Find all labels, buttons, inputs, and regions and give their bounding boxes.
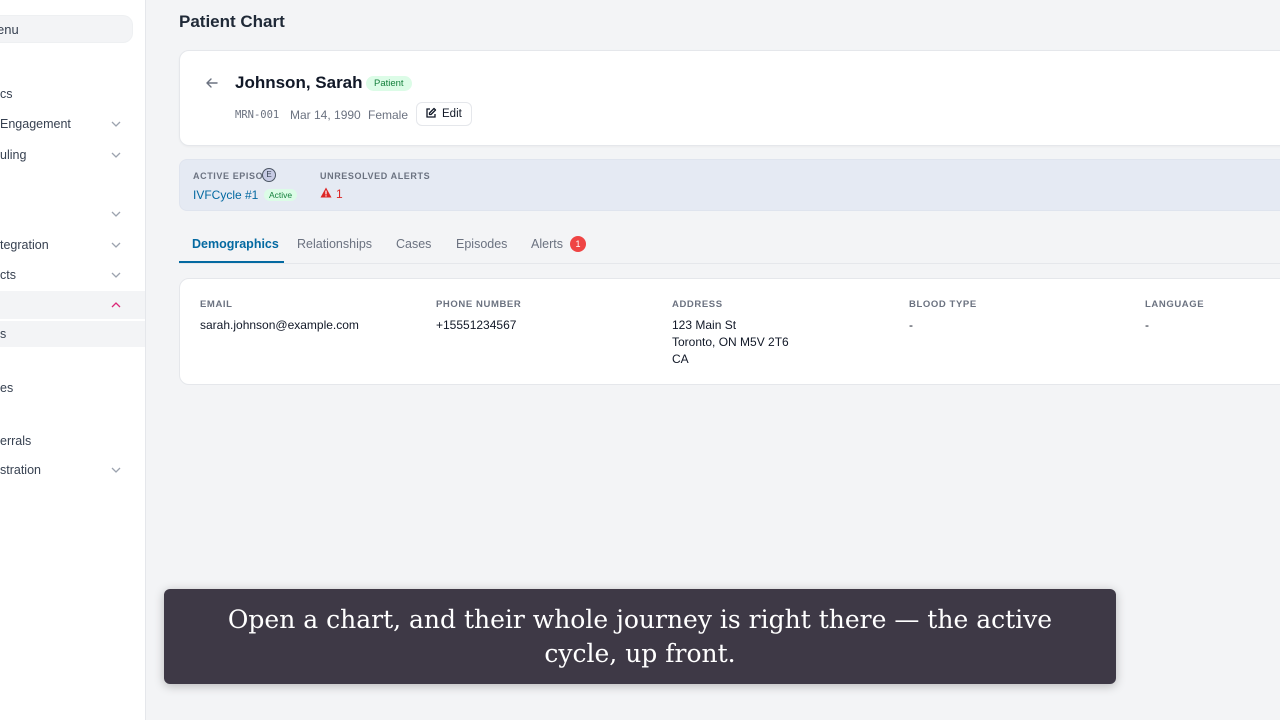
sidebar-item-expanded-group[interactable]: [0, 291, 145, 319]
tab-label: Alerts: [531, 237, 563, 251]
tab-relationships[interactable]: Relationships: [297, 227, 372, 263]
sidebar-item-integration[interactable]: tegration: [0, 231, 145, 259]
tab-label: Episodes: [456, 237, 508, 251]
sidebar-item-label: cs: [0, 87, 13, 101]
patient-name: Johnson, Sarah: [235, 73, 363, 92]
chevron-down-icon: [109, 141, 123, 169]
caption-text: Open a chart, and their whole journey is…: [227, 604, 1053, 668]
mrn-number: MRN-001: [235, 109, 280, 121]
sidebar-item-analytics[interactable]: cs: [0, 80, 145, 108]
patient-header-card: Johnson, Sarah Patient MRN-001 Mar 14, 1…: [179, 50, 1280, 146]
field-value: -: [909, 318, 913, 332]
sidebar-item-engagement[interactable]: Engagement: [0, 110, 145, 138]
alerts-count-value: 1: [336, 187, 343, 201]
tab-label: Demographics: [192, 237, 279, 251]
active-episode-link[interactable]: IVFCycle #1: [193, 188, 258, 202]
pencil-square-icon: [425, 107, 437, 122]
field-value: sarah.johnson@example.com: [200, 318, 359, 332]
sidebar-item-referrals[interactable]: errals: [0, 427, 145, 455]
field-value: -: [1145, 318, 1149, 332]
episode-status-badge: Active: [264, 189, 298, 201]
field-label: PHONE NUMBER: [436, 299, 522, 310]
field-label: LANGUAGE: [1145, 299, 1205, 310]
date-of-birth: Mar 14, 1990: [290, 108, 361, 122]
edit-button[interactable]: Edit: [416, 102, 472, 126]
sidebar-item-label: s: [0, 327, 7, 341]
chevron-up-icon: [109, 291, 123, 319]
blood-type-field: BLOOD TYPE -: [909, 299, 977, 334]
menu-label: enu: [0, 22, 19, 37]
sidebar-item-label: stration: [0, 463, 41, 477]
menu-search[interactable]: enu: [0, 15, 133, 43]
gender: Female: [368, 108, 409, 122]
sidebar-item-label: cts: [0, 268, 16, 282]
tab-cases[interactable]: Cases: [396, 227, 431, 263]
chevron-down-icon: [109, 110, 123, 138]
unresolved-alerts-count[interactable]: 1: [320, 187, 343, 201]
chevron-down-icon: [109, 456, 123, 484]
page-title: Patient Chart: [179, 12, 285, 31]
tab-alerts[interactable]: Alerts: [531, 227, 563, 263]
episode-summary-bar: ACTIVE EPISO E IVFCycle #1 Active UNRESO…: [179, 159, 1280, 211]
tab-episodes[interactable]: Episodes: [456, 227, 507, 263]
warning-triangle-icon: [320, 187, 332, 201]
chevron-down-icon: [109, 261, 123, 289]
unresolved-alerts-label: UNRESOLVED ALERTS: [320, 171, 431, 181]
sidebar-item-label: es: [0, 381, 14, 395]
language-field: LANGUAGE -: [1145, 299, 1204, 334]
sidebar-item-contacts[interactable]: cts: [0, 261, 145, 289]
demographics-card: EMAIL sarah.johnson@example.com PHONE NU…: [179, 278, 1280, 385]
sidebar-item-group[interactable]: [0, 200, 145, 228]
chevron-down-icon: [109, 231, 123, 259]
sidebar-item-scheduling[interactable]: uling: [0, 141, 145, 169]
sidebar-item-label: errals: [0, 434, 32, 448]
active-episode-label: ACTIVE EPISO: [193, 171, 264, 181]
field-value: 123 Main St Toronto, ON M5V 2T6 CA: [672, 318, 789, 366]
sidebar-item-label: Engagement: [0, 117, 71, 131]
edit-label: Edit: [442, 108, 462, 120]
sidebar-item-label: uling: [0, 148, 27, 162]
sidebar-subitem-patients[interactable]: s: [0, 321, 145, 347]
address-field: ADDRESS 123 Main St Toronto, ON M5V 2T6 …: [672, 299, 789, 368]
field-label: ADDRESS: [672, 299, 723, 310]
email-field: EMAIL sarah.johnson@example.com: [200, 299, 359, 334]
field-label: EMAIL: [200, 299, 233, 310]
field-value: +15551234567: [436, 318, 517, 332]
video-caption: Open a chart, and their whole journey is…: [164, 589, 1116, 684]
sidebar-item-label: tegration: [0, 238, 49, 252]
tab-demographics[interactable]: Demographics: [179, 227, 284, 263]
phone-field: PHONE NUMBER +15551234567: [436, 299, 521, 334]
alerts-tab-badge: 1: [570, 236, 586, 252]
sidebar: enu cs Engagement uling tegration cts s …: [0, 0, 146, 720]
tab-label: Cases: [396, 237, 432, 251]
chevron-down-icon: [109, 200, 123, 228]
sidebar-item-administration[interactable]: stration: [0, 456, 145, 484]
field-label: BLOOD TYPE: [909, 299, 977, 310]
arrow-left-icon[interactable]: [204, 75, 220, 91]
chart-tabs: Demographics Relationships Cases Episode…: [179, 227, 1280, 264]
sidebar-item-cases[interactable]: es: [0, 374, 145, 402]
tab-label: Relationships: [297, 237, 373, 251]
patient-type-badge: Patient: [366, 76, 412, 91]
info-icon[interactable]: E: [262, 168, 276, 182]
